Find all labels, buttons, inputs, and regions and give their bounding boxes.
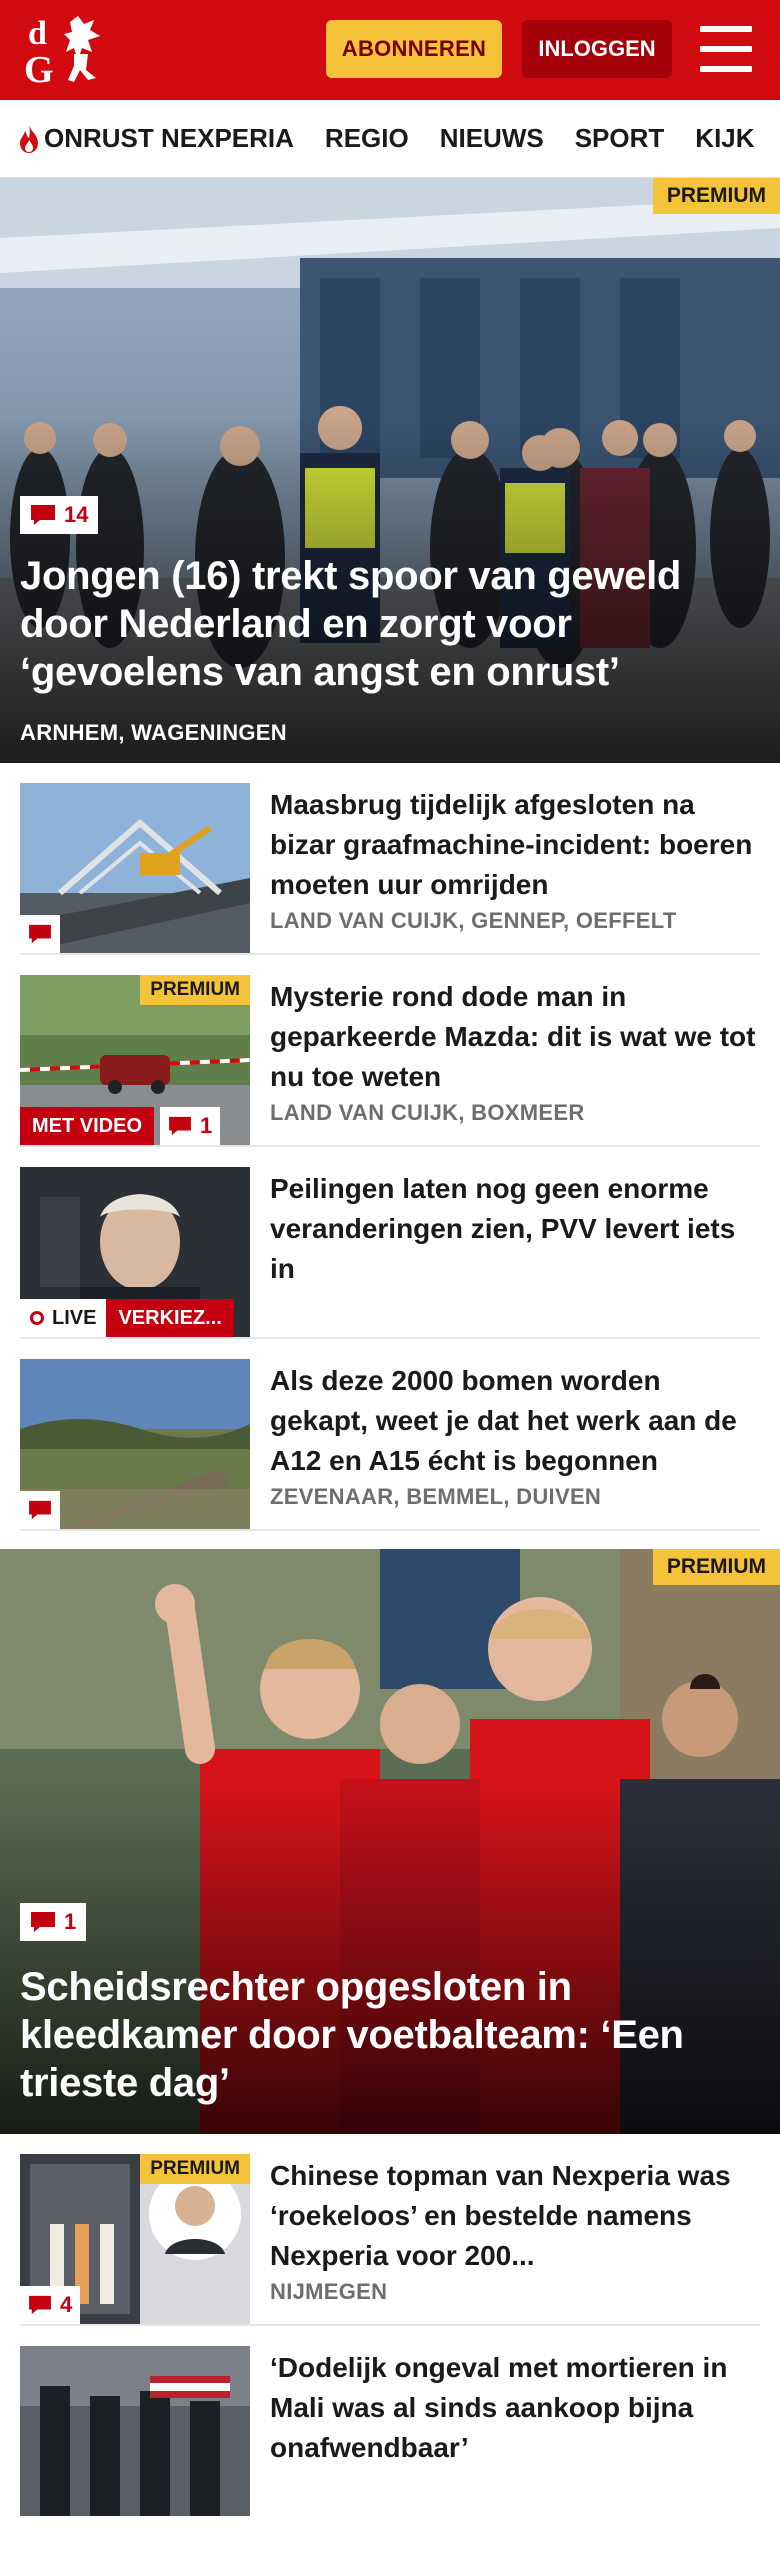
live-dot-icon (30, 1311, 44, 1325)
list-item[interactable]: Als deze 2000 bomen worden gekapt, weet … (20, 1339, 760, 1531)
comment-icon (31, 505, 55, 525)
list-item[interactable]: Maasbrug tijdelijk afgesloten na bizar g… (20, 763, 760, 955)
article-location: ZEVENAAR, BEMMEL, DUIVEN (270, 1484, 602, 1509)
premium-badge: PREMIUM (652, 178, 780, 214)
comment-icon (29, 1500, 51, 1520)
dg-logo[interactable]: d G (22, 12, 118, 88)
list-item[interactable]: ‘Dodelijk ongeval met mortieren in Mali … (20, 2326, 760, 2518)
thumbnail-car-scene: PREMIUM MET VIDEO 1 (20, 975, 250, 1145)
article-location: LAND VAN CUIJK, BOXMEER (270, 1100, 585, 1125)
thumbnail-military (20, 2346, 250, 2516)
thumbnail-nexperia: PREMIUM 4 (20, 2154, 250, 2324)
svg-text:G: G (24, 49, 54, 88)
thumbnail-bridge (20, 783, 250, 953)
list-item[interactable]: PREMIUM 4 Chinese topman van Nexperia wa… (20, 2134, 760, 2326)
subscribe-button[interactable]: ABONNEREN (326, 20, 502, 78)
comment-count[interactable]: 4 (20, 2286, 81, 2324)
live-label: LIVE (52, 1306, 97, 1329)
article-location: NIJMEGEN (270, 2279, 388, 2304)
comment-count[interactable]: 14 (20, 496, 99, 534)
category-nav: ONRUST NEXPERIA REGIO NIEUWS SPORT KIJK … (0, 100, 780, 178)
premium-badge: PREMIUM (652, 1549, 780, 1585)
comment-icon (169, 1116, 191, 1136)
comment-icon (29, 924, 51, 944)
article-headline[interactable]: Mysterie rond dode man in geparkeerde Ma… (270, 977, 760, 1097)
thumbnail-trees (20, 1359, 250, 1529)
comment-count[interactable]: 1 (160, 1107, 221, 1145)
hero-headline[interactable]: Jongen (16) trekt spoor van geweld door … (20, 552, 760, 696)
hamburger-menu-icon[interactable] (700, 26, 752, 72)
svg-text:d: d (28, 15, 47, 52)
thumbnail-politician: LIVE VERKIEZ... (20, 1167, 250, 1337)
comment-count[interactable] (20, 1491, 60, 1529)
hero-article[interactable]: PREMIUM 14 Jongen (16) trekt spoor van g… (0, 178, 780, 763)
nav-item-sport[interactable]: SPORT (575, 123, 665, 154)
site-header: d G ABONNEREN INLOGGEN (0, 0, 780, 100)
nav-item-regio[interactable]: REGIO (325, 123, 409, 154)
comment-icon (31, 1912, 55, 1932)
hero-headline[interactable]: Scheidsrechter opgesloten in kleedkamer … (20, 1963, 760, 2107)
premium-badge: PREMIUM (140, 975, 250, 1005)
nav-item-onrust-nexperia[interactable]: ONRUST NEXPERIA (18, 123, 294, 154)
topic-tag: VERKIEZ... (106, 1299, 234, 1337)
nav-label: ONRUST NEXPERIA (44, 123, 294, 153)
article-location: LAND VAN CUIJK, GENNEP, OEFFELT (270, 908, 677, 933)
premium-badge: PREMIUM (140, 2154, 250, 2184)
nav-item-kijk[interactable]: KIJK (695, 123, 754, 154)
hero-location: ARNHEM, WAGENINGEN (20, 720, 287, 745)
comment-count[interactable] (20, 915, 60, 953)
comment-count[interactable]: 1 (20, 1903, 87, 1941)
article-headline[interactable]: Chinese topman van Nexperia was ‘roekelo… (270, 2156, 760, 2276)
login-button[interactable]: INLOGGEN (522, 20, 672, 78)
article-headline[interactable]: ‘Dodelijk ongeval met mortieren in Mali … (270, 2348, 760, 2468)
comment-count-value: 14 (64, 502, 89, 527)
article-headline[interactable]: Maasbrug tijdelijk afgesloten na bizar g… (270, 785, 760, 905)
comment-count-value: 1 (64, 1909, 77, 1934)
comment-count-value: 1 (200, 1113, 213, 1138)
article-headline[interactable]: Peilingen laten nog geen enorme verander… (270, 1169, 760, 1289)
comment-icon (29, 2295, 51, 2315)
nav-item-nieuws[interactable]: NIEUWS (440, 123, 544, 154)
comment-count-value: 4 (60, 2292, 73, 2317)
live-badge: LIVE VERKIEZ... (20, 1299, 234, 1337)
article-headline[interactable]: Als deze 2000 bomen worden gekapt, weet … (270, 1361, 760, 1481)
video-badge: MET VIDEO (20, 1107, 155, 1145)
list-item[interactable]: PREMIUM MET VIDEO 1 Mysterie rond dode m… (20, 955, 760, 1147)
hero-article[interactable]: PREMIUM 1 Scheidsrechter opgesloten in k… (0, 1549, 780, 2134)
list-item[interactable]: LIVE VERKIEZ... Peilingen laten nog geen… (20, 1147, 760, 1339)
flame-icon (20, 124, 38, 153)
